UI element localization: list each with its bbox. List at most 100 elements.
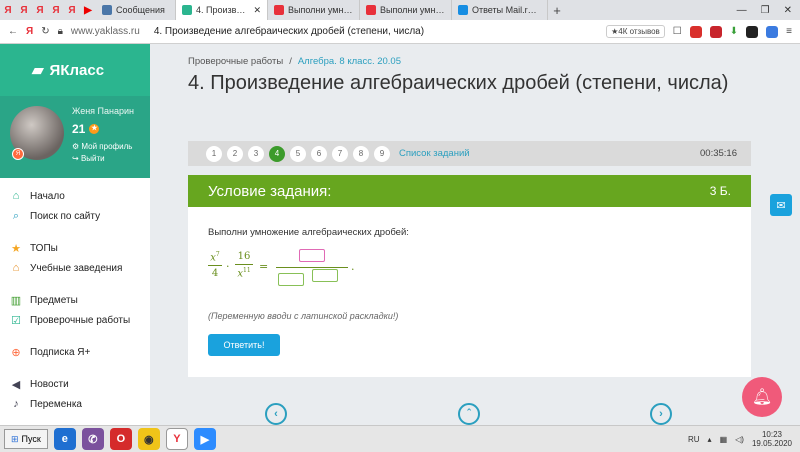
window-controls: — ❐ ✕ — [737, 5, 800, 16]
menu-icon[interactable]: ≡ — [786, 26, 792, 37]
breadcrumb-algebra[interactable]: Алгебра. 8 класс. 20.05 — [298, 56, 401, 67]
user-name: Женя Панарин — [72, 106, 135, 116]
page-title-in-address[interactable]: 4. Произведение алгебраических дробей (с… — [154, 26, 598, 37]
extension-icon[interactable] — [766, 25, 779, 38]
chrome-icon[interactable]: ◉ — [137, 428, 160, 450]
tab-active[interactable]: 4. Произведение ал ✕ — [176, 0, 268, 20]
yandex-mini-tab[interactable]: Я — [0, 0, 16, 20]
star-icon: ★ — [11, 242, 21, 255]
bell-icon: ♪ — [13, 398, 19, 410]
language-indicator[interactable]: RU — [688, 435, 700, 444]
page-number[interactable]: 2 — [227, 145, 243, 162]
sidebar-item-tests[interactable]: ☑ Проверочные работы — [0, 310, 150, 330]
windows-logo-icon: ⊞ — [11, 433, 19, 444]
viber-icon[interactable]: ✆ — [81, 428, 104, 450]
denominator-input-2[interactable] — [312, 269, 338, 282]
bookmark-icon[interactable]: ☐ — [673, 26, 682, 37]
task-list-link[interactable]: Список заданий — [399, 148, 470, 159]
sidebar-item-break[interactable]: ♪ Переменка — [0, 394, 150, 414]
tab-mail-answers[interactable]: Ответы Mail.ru: зад — [452, 0, 548, 20]
reviews-badge[interactable]: ★4К отзывов — [606, 25, 665, 38]
mail-feedback-icon[interactable]: ✉ — [770, 194, 792, 216]
task-card: Условие задания: 3 Б. Выполни умножение … — [188, 175, 751, 377]
sidebar-item-search[interactable]: ⌕ Поиск по сайту — [0, 206, 150, 226]
lock-icon: 🔒︎ — [57, 26, 63, 37]
page-number[interactable]: 5 — [290, 145, 306, 162]
main-content: Проверочные работы / Алгебра. 8 класс. 2… — [150, 44, 800, 425]
messages-favicon-icon — [102, 5, 112, 15]
maximize-icon[interactable]: ❐ — [761, 5, 770, 16]
url-text[interactable]: www.yaklass.ru — [71, 26, 140, 37]
yandex-mini-tab[interactable]: Я — [32, 0, 48, 20]
reload-icon[interactable]: ↻ — [41, 26, 49, 37]
notification-bell-icon[interactable]: 🔔︎ — [742, 377, 782, 417]
numerator-input[interactable] — [299, 249, 325, 262]
book-icon: ▥ — [10, 294, 22, 307]
page-number[interactable]: 8 — [353, 145, 369, 162]
yaklass-favicon-icon — [182, 5, 192, 15]
task-card-header: Условие задания: 3 Б. — [188, 175, 751, 207]
sidebar-item-tops[interactable]: ★ ТОПы — [0, 238, 150, 258]
opera-icon[interactable]: O — [109, 428, 132, 450]
extension-icon[interactable] — [689, 25, 702, 38]
school-icon: ⌂ — [12, 262, 20, 274]
prev-arrow-icon[interactable]: ‹ — [265, 403, 287, 425]
close-tab-icon[interactable]: ✕ — [253, 5, 261, 16]
brand-logo[interactable]: ▰ ЯКласс — [0, 44, 150, 96]
fraction-1: x7 4 — [208, 251, 222, 279]
start-button[interactable]: ⊞ Пуск — [4, 429, 48, 449]
next-arrow-icon[interactable]: › — [650, 403, 672, 425]
my-profile-link[interactable]: ⚙ Мой профиль — [72, 142, 132, 151]
yandex-browser-icon[interactable]: Y — [165, 428, 188, 450]
tab-multiply-2[interactable]: Выполни умножен — [360, 0, 452, 20]
yandex-mini-tab[interactable]: Я — [64, 0, 80, 20]
up-arrow-icon[interactable]: ˆ — [458, 403, 480, 425]
new-tab-button[interactable]: + — [548, 3, 566, 18]
denominator-input-1[interactable] — [278, 273, 304, 286]
points: 21 ★ — [72, 122, 100, 136]
sidebar-item-news[interactable]: ◀ Новости — [0, 374, 150, 394]
network-icon[interactable]: ▦ — [720, 435, 728, 444]
task-card-title: Условие задания: — [208, 182, 332, 200]
page-number[interactable]: 3 — [248, 145, 264, 162]
page-number-current[interactable]: 4 — [269, 145, 285, 162]
avatar-badge: Я — [12, 148, 24, 160]
volume-icon[interactable]: ◁) — [735, 435, 744, 444]
star-icon: ★ — [89, 124, 100, 134]
extension-icon[interactable] — [709, 25, 722, 38]
logout-link[interactable]: ↪ Выйти — [72, 154, 105, 163]
youtube-mini-tab[interactable]: ▶ — [80, 0, 96, 20]
sidebar-item-subscription[interactable]: ⊕ Подписка Я+ — [0, 342, 150, 362]
tab-messages[interactable]: Сообщения — [96, 0, 176, 20]
book-logo-icon: ▰ — [32, 62, 44, 79]
tab-multiply-1[interactable]: Выполни умножен — [268, 0, 360, 20]
sidebar-item-subjects[interactable]: ▥ Предметы — [0, 290, 150, 310]
page-number[interactable]: 1 — [206, 145, 222, 162]
sidebar-item-home[interactable]: ⌂ Начало — [0, 186, 150, 206]
page-number[interactable]: 6 — [311, 145, 327, 162]
extension-icon[interactable] — [746, 25, 759, 38]
breadcrumb-tests[interactable]: Проверочные работы — [188, 56, 283, 67]
page-number[interactable]: 7 — [332, 145, 348, 162]
zoom-icon[interactable]: ▶ — [193, 428, 216, 450]
mail-favicon-icon — [366, 5, 376, 15]
minimize-icon[interactable]: — — [737, 5, 747, 16]
answer-button[interactable]: Ответить! — [208, 334, 280, 356]
close-window-icon[interactable]: ✕ — [784, 5, 792, 16]
answer-fraction-bar — [276, 267, 348, 268]
timer: 00:35:16 — [700, 148, 737, 159]
yandex-logo-icon[interactable]: Я — [26, 26, 33, 37]
back-arrow-icon[interactable]: ← — [8, 26, 18, 37]
task-pager: 1 2 3 4 5 6 7 8 9 Список заданий 00:35:1… — [188, 141, 751, 166]
ie-icon[interactable]: e — [53, 428, 76, 450]
tray-arrow-icon[interactable]: ▴ — [708, 435, 712, 444]
yandex-mini-tab[interactable]: Я — [48, 0, 64, 20]
page-number[interactable]: 9 — [374, 145, 390, 162]
search-icon: ⌕ — [12, 209, 20, 222]
sidebar-item-schools[interactable]: ⌂ Учебные заведения — [0, 258, 150, 278]
download-icon[interactable]: ⬇ — [730, 26, 738, 37]
sidebar-menu: ⌂ Начало ⌕ Поиск по сайту ★ ТОПы ⌂ Учебн… — [0, 178, 150, 414]
fraction-2-denominator: x11 — [237, 267, 251, 280]
clock[interactable]: 10:23 19.05.2020 — [752, 430, 792, 448]
yandex-mini-tab[interactable]: Я — [16, 0, 32, 20]
